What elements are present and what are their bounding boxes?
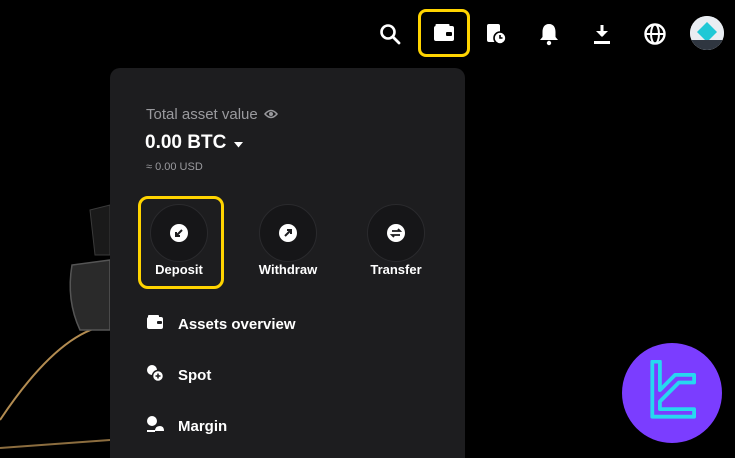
btc-balance[interactable]: 0.00 BTC (145, 132, 244, 154)
brand-logo-icon (650, 360, 697, 419)
eye-icon[interactable] (263, 106, 278, 123)
bell-icon[interactable] (529, 14, 569, 54)
withdraw-button[interactable]: Withdraw (249, 198, 329, 286)
menu-item-spot[interactable]: Spot (146, 361, 211, 389)
usd-balance: ≈ 0.00 USD (146, 161, 203, 173)
deposit-label: Deposit (155, 262, 203, 277)
btc-balance-value: 0.00 BTC (145, 132, 227, 153)
assets-dropdown-panel: Total asset value 0.00 BTC ≈ 0.00 USD De… (110, 68, 465, 458)
wallet-icon[interactable] (418, 9, 470, 57)
menu-item-label: Assets overview (178, 315, 296, 333)
avatar[interactable] (690, 16, 724, 50)
spot-icon (146, 364, 165, 386)
search-icon[interactable] (370, 14, 410, 54)
deposit-button[interactable]: Deposit (140, 198, 220, 286)
wallet-small-icon (146, 314, 164, 334)
menu-item-label: Margin (178, 417, 228, 435)
deposit-arrow-icon (150, 204, 208, 262)
menu-item-label: Spot (178, 366, 212, 384)
transfer-button[interactable]: Transfer (357, 198, 437, 286)
margin-icon (146, 415, 164, 437)
withdraw-arrow-icon (259, 204, 317, 262)
top-navigation-bar (0, 0, 735, 68)
orders-history-icon[interactable] (476, 14, 516, 54)
total-asset-label: Total asset value (146, 106, 258, 123)
transfer-icon (367, 204, 425, 262)
globe-icon[interactable] (635, 14, 675, 54)
download-icon[interactable] (582, 14, 622, 54)
menu-item-assets-overview[interactable]: Assets overview (146, 310, 296, 338)
total-asset-value: Total asset value (146, 106, 278, 123)
menu-item-margin[interactable]: Margin (146, 412, 227, 440)
withdraw-label: Withdraw (258, 262, 318, 277)
brand-logo-badge (622, 343, 722, 443)
caret-down-icon[interactable] (234, 132, 244, 154)
transfer-label: Transfer (370, 262, 422, 277)
